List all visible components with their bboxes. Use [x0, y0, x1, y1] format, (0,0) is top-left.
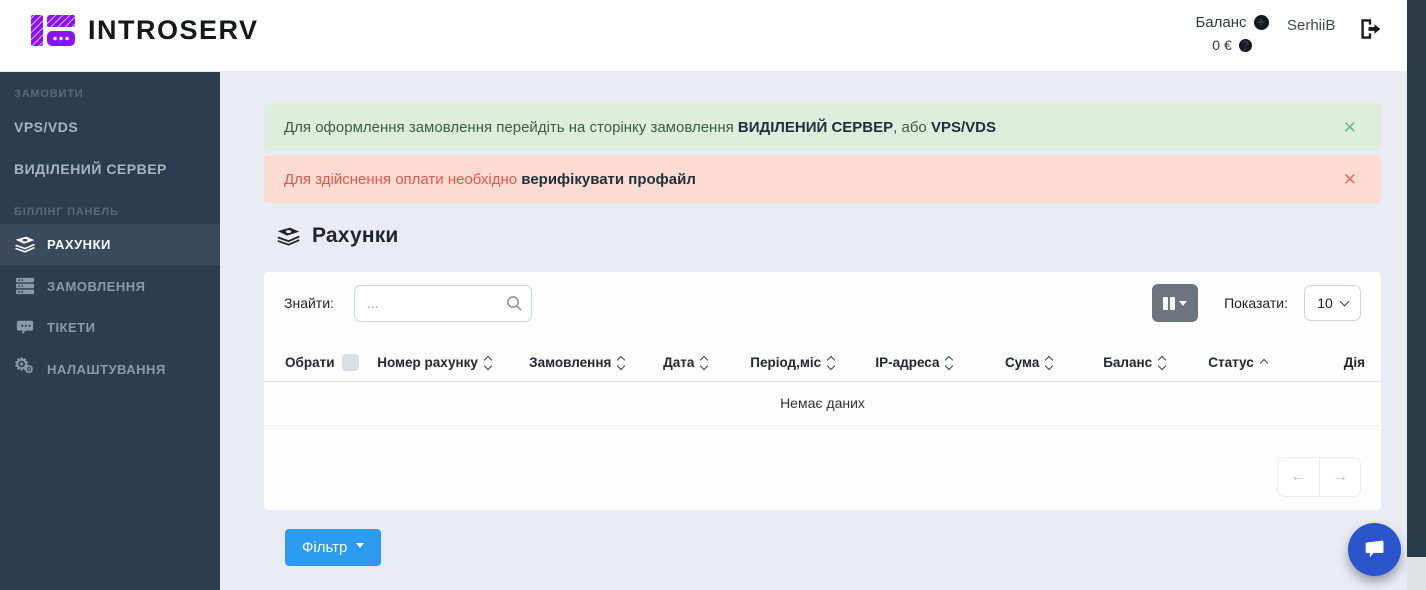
chevron-down-icon — [1339, 297, 1349, 307]
column-header-date[interactable]: Дата — [657, 346, 744, 382]
verify-profile-link[interactable]: верифікувати профайл — [521, 171, 696, 188]
show-label: Показати: — [1224, 295, 1288, 311]
banknotes-icon — [276, 226, 301, 247]
arrow-right-icon: → — [1332, 468, 1348, 486]
sidebar-section-order: ЗАМОВИТИ — [0, 72, 220, 106]
next-page-button[interactable]: → — [1319, 458, 1360, 496]
order-info-alert: Для оформлення замовлення перейдіть на с… — [264, 103, 1381, 151]
page-title: Рахунки — [276, 224, 399, 248]
close-icon[interactable]: ✕ — [1339, 167, 1361, 192]
column-header-ip-address[interactable]: IP-адреса — [869, 346, 999, 382]
column-header-invoice-number[interactable]: Номер рахунку — [371, 346, 523, 382]
invoices-table: Обрати Номер рахунку Замовлення — [264, 346, 1381, 426]
balance-value: 0 € — [1212, 37, 1231, 53]
filter-button-label: Фільтр — [302, 539, 347, 556]
sidebar-item-dedicated-server[interactable]: ВИДІЛЕНИЙ СЕРВЕР — [0, 148, 220, 190]
sidebar-item-invoices[interactable]: РАХУНКИ — [0, 224, 220, 265]
brand-logo[interactable]: INTROSERV — [30, 12, 259, 48]
scrollbar-thumb[interactable] — [1407, 0, 1426, 557]
chevron-down-icon — [356, 543, 364, 548]
balance-label: Баланс — [1195, 14, 1246, 31]
sidebar-item-label: ТІКЕТИ — [47, 320, 95, 335]
column-header-status[interactable]: Статус — [1202, 346, 1311, 382]
search-box — [354, 285, 532, 322]
column-header-amount[interactable]: Сума — [999, 346, 1097, 382]
chat-bubbles-icon — [14, 318, 36, 337]
chat-bubble-icon — [1362, 538, 1387, 561]
search-label: Знайти: — [284, 295, 334, 311]
sort-icon — [618, 357, 624, 369]
dedicated-server-link[interactable]: ВИДІЛЕНИЙ СЕРВЕР — [738, 119, 893, 136]
main-content: Для оформлення замовлення перейдіть на с… — [220, 72, 1407, 590]
table-header-row: Обрати Номер рахунку Замовлення — [264, 346, 1381, 382]
sort-icon — [946, 357, 952, 369]
brand-name: INTROSERV — [88, 15, 259, 46]
sidebar: ЗАМОВИТИ VPS/VDS ВИДІЛЕНИЙ СЕРВЕР БІЛЛІН… — [0, 72, 220, 590]
sidebar-item-label: РАХУНКИ — [47, 237, 111, 252]
page-size-value: 10 — [1317, 295, 1333, 311]
sidebar-item-label: VPS/VDS — [14, 119, 78, 135]
gears-icon: ⚙⚙ — [14, 359, 36, 379]
sidebar-section-billing: БІЛЛІНГ ПАНЕЛЬ — [0, 190, 220, 224]
balance-widget: Баланс + 0 € ? — [1186, 14, 1278, 53]
vps-vds-link[interactable]: VPS/VDS — [931, 119, 996, 136]
sort-icon — [485, 357, 491, 369]
column-visibility-button[interactable] — [1152, 284, 1198, 322]
empty-state-text: Немає даних — [264, 382, 1381, 426]
banknotes-icon — [14, 235, 36, 254]
search-icon — [506, 295, 523, 317]
sort-icon — [701, 357, 707, 369]
column-header-select: Обрати — [264, 346, 371, 382]
chat-widget-button[interactable] — [1348, 523, 1401, 576]
scrollbar-track[interactable] — [1407, 557, 1426, 590]
page-size-select[interactable]: 10 — [1304, 285, 1361, 321]
logout-icon[interactable] — [1356, 16, 1382, 42]
empty-row: Немає даних — [264, 382, 1381, 426]
sort-icon — [1046, 357, 1052, 369]
verification-alert: Для здійснення оплати необхідно верифіку… — [264, 155, 1381, 203]
username[interactable]: SerhiiB — [1287, 17, 1335, 34]
sort-icon-asc — [1261, 360, 1267, 366]
sidebar-item-vps-vds[interactable]: VPS/VDS — [0, 106, 220, 148]
alert-text: Для оформлення замовлення перейдіть на с… — [284, 119, 734, 136]
arrow-left-icon: ← — [1291, 468, 1307, 486]
column-header-action: Дія — [1312, 346, 1381, 382]
sort-icon — [1159, 357, 1165, 369]
page-title-text: Рахунки — [312, 224, 399, 248]
pagination: ← → — [1277, 457, 1361, 497]
prev-page-button[interactable]: ← — [1278, 458, 1319, 496]
sidebar-item-label: ЗАМОВЛЕННЯ — [47, 279, 145, 294]
columns-icon — [1163, 297, 1175, 310]
introserv-logo-icon — [30, 12, 76, 48]
sidebar-item-label: ВИДІЛЕНИЙ СЕРВЕР — [14, 161, 167, 177]
sidebar-item-label: НАЛАШТУВАННЯ — [47, 362, 166, 377]
balance-help-icon[interactable]: ? — [1239, 39, 1252, 52]
invoices-card: Знайти: Показати: 10 — [264, 272, 1381, 510]
column-header-order[interactable]: Замовлення — [523, 346, 657, 382]
column-header-balance[interactable]: Баланс — [1097, 346, 1202, 382]
app-screen: INTROSERV Баланс + 0 € ? SerhiiB ЗАМОВИТ… — [0, 0, 1426, 590]
top-header: INTROSERV Баланс + 0 € ? SerhiiB — [0, 0, 1426, 72]
alert-separator: , або — [893, 119, 927, 136]
sidebar-item-tickets[interactable]: ТІКЕТИ — [0, 307, 220, 348]
sort-icon — [828, 357, 834, 369]
table-controls: Знайти: Показати: 10 — [264, 272, 1381, 322]
add-funds-icon[interactable]: + — [1254, 15, 1269, 30]
chevron-down-icon — [1179, 301, 1187, 306]
alert-text: Для здійснення оплати необхідно — [284, 171, 517, 188]
server-icon — [14, 276, 36, 296]
sidebar-item-settings[interactable]: ⚙⚙ НАЛАШТУВАННЯ — [0, 348, 220, 390]
sidebar-item-orders[interactable]: ЗАМОВЛЕННЯ — [0, 265, 220, 307]
close-icon[interactable]: ✕ — [1339, 115, 1361, 140]
filter-button[interactable]: Фільтр — [285, 529, 381, 566]
column-header-period[interactable]: Період,міс — [744, 346, 869, 382]
select-all-checkbox[interactable] — [342, 354, 359, 371]
